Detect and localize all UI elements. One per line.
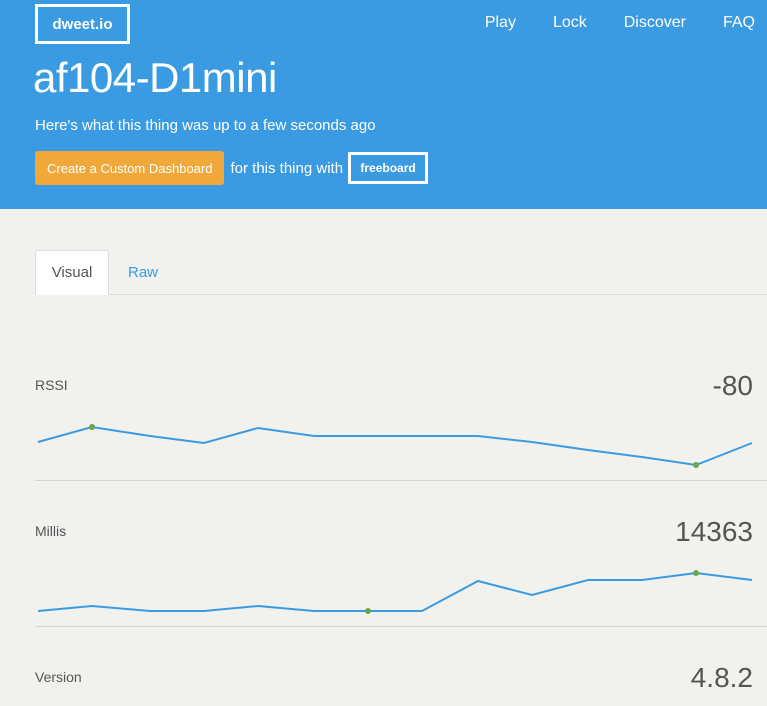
- millis-point-high: [693, 570, 699, 576]
- millis-sparkline: [37, 570, 753, 614]
- metric-value-version: 4.8.2: [690, 662, 753, 693]
- metric-label-version: Version: [35, 669, 82, 685]
- metric-divider: [35, 626, 767, 627]
- millis-point-low: [365, 608, 371, 614]
- millis-line: [37, 571, 753, 612]
